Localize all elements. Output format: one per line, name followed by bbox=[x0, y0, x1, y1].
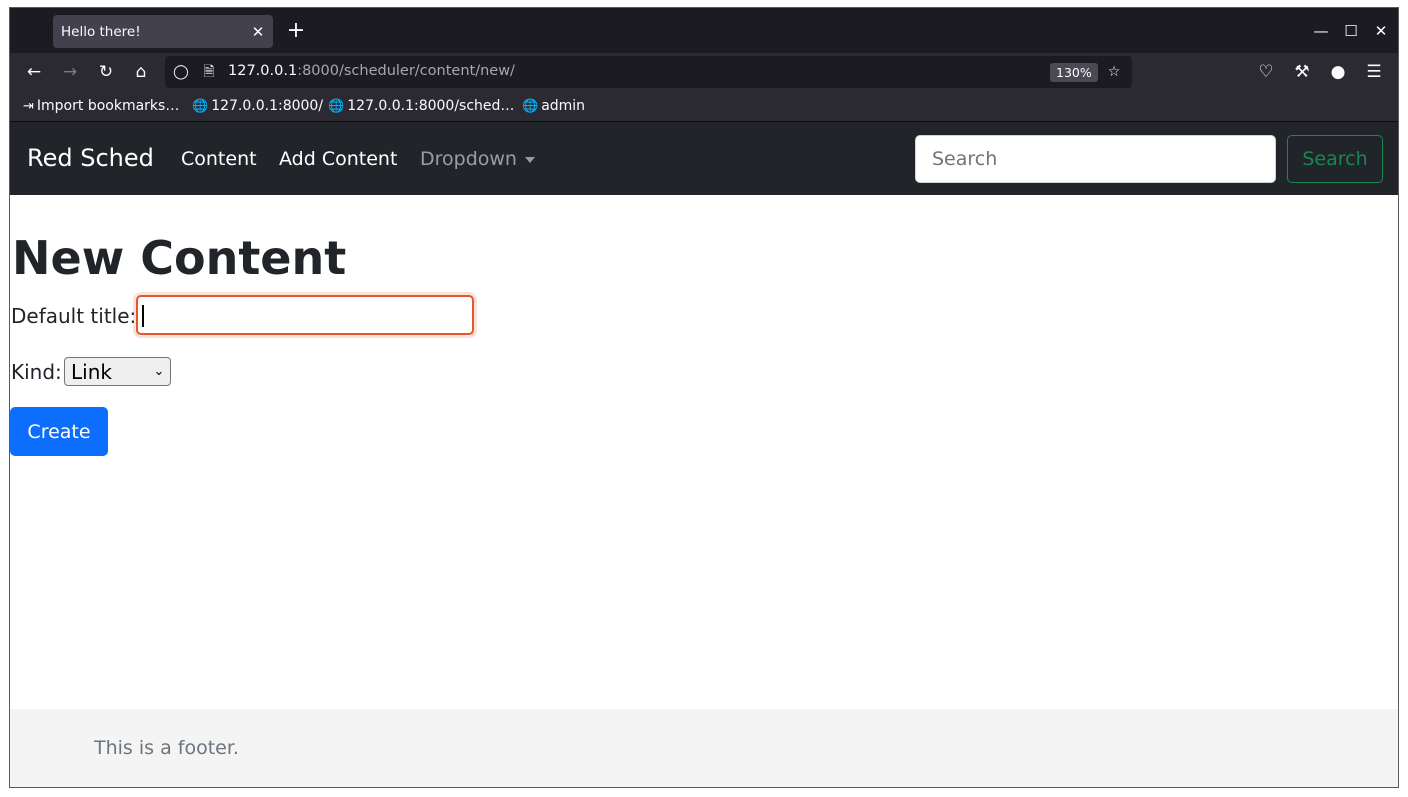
import-icon: ⇥ bbox=[23, 99, 34, 114]
url-text[interactable]: 127.0.0.1:8000/scheduler/content/new/ bbox=[228, 63, 515, 79]
nav-dropdown[interactable]: Dropdown bbox=[420, 148, 535, 170]
close-tab-icon[interactable]: ✕ bbox=[243, 23, 273, 41]
bookmark-import[interactable]: ⇥ Import bookmarks… bbox=[23, 98, 179, 114]
tab-strip: Hello there! ✕ + — ☐ ✕ bbox=[10, 8, 1398, 53]
minimize-icon[interactable]: — bbox=[1308, 18, 1334, 44]
globe-icon: 🌐 bbox=[328, 99, 345, 114]
globe-icon: 🌐 bbox=[522, 99, 539, 114]
browser-window: Hello there! ✕ + — ☐ ✕ ← → ↻ ⌂ ◯ 🗎 127.0… bbox=[9, 7, 1399, 788]
url-bar[interactable]: ◯ 🗎 127.0.0.1:8000/scheduler/content/new… bbox=[165, 56, 1132, 88]
kind-selected-value: Link bbox=[71, 359, 112, 384]
site-navbar: Red Sched Content Add Content Dropdown S… bbox=[10, 122, 1398, 195]
zoom-level[interactable]: 130% bbox=[1050, 63, 1098, 82]
home-icon[interactable]: ⌂ bbox=[128, 59, 154, 85]
account-avatar-icon[interactable]: ● bbox=[1325, 59, 1351, 85]
bookmarks-bar: ⇥ Import bookmarks… 🌐 127.0.0.1:8000/ 🌐 127… bbox=[10, 91, 1398, 122]
forward-icon[interactable]: → bbox=[57, 59, 83, 85]
navbar-brand[interactable]: Red Sched bbox=[27, 144, 154, 172]
page-icon[interactable]: 🗎 bbox=[199, 62, 219, 82]
create-button[interactable]: Create bbox=[10, 407, 108, 456]
kind-label: Kind: bbox=[11, 360, 62, 384]
bookmark-scheduler[interactable]: 🌐 127.0.0.1:8000/sched… bbox=[328, 98, 514, 114]
navigation-toolbar: ← → ↻ ⌂ ◯ 🗎 127.0.0.1:8000/scheduler/con… bbox=[10, 53, 1398, 91]
page-footer: This is a footer. bbox=[10, 709, 1398, 787]
back-icon[interactable]: ← bbox=[21, 59, 47, 85]
reload-icon[interactable]: ↻ bbox=[93, 59, 119, 85]
caret-down-icon bbox=[524, 156, 535, 163]
nav-link-add-content[interactable]: Add Content bbox=[279, 148, 397, 170]
menu-icon[interactable]: ☰ bbox=[1361, 59, 1387, 85]
new-tab-button[interactable]: + bbox=[283, 18, 309, 44]
tab-title: Hello there! bbox=[61, 23, 141, 40]
kind-select[interactable]: Link ⌄ bbox=[64, 357, 171, 386]
globe-icon: 🌐 bbox=[192, 99, 209, 114]
bookmark-home[interactable]: 🌐 127.0.0.1:8000/ bbox=[192, 98, 323, 114]
wrench-icon[interactable]: ⚒ bbox=[1289, 59, 1315, 85]
chevron-down-icon: ⌄ bbox=[153, 364, 165, 379]
bookmark-admin[interactable]: 🌐 admin bbox=[522, 98, 585, 114]
default-title-input[interactable] bbox=[136, 295, 474, 335]
browser-tab[interactable]: Hello there! ✕ bbox=[53, 15, 273, 48]
footer-text: This is a footer. bbox=[94, 737, 239, 759]
search-input[interactable] bbox=[915, 135, 1276, 183]
search-button[interactable]: Search bbox=[1287, 135, 1383, 183]
close-window-icon[interactable]: ✕ bbox=[1368, 18, 1394, 44]
bookmark-star-icon[interactable]: ☆ bbox=[1104, 62, 1124, 82]
default-title-label: Default title: bbox=[11, 304, 137, 328]
maximize-icon[interactable]: ☐ bbox=[1338, 18, 1364, 44]
page-title: New Content bbox=[12, 231, 347, 285]
pocket-icon[interactable]: ♡ bbox=[1253, 59, 1279, 85]
shield-icon[interactable]: ◯ bbox=[171, 62, 191, 82]
nav-link-content[interactable]: Content bbox=[181, 148, 257, 170]
text-cursor bbox=[142, 305, 144, 327]
